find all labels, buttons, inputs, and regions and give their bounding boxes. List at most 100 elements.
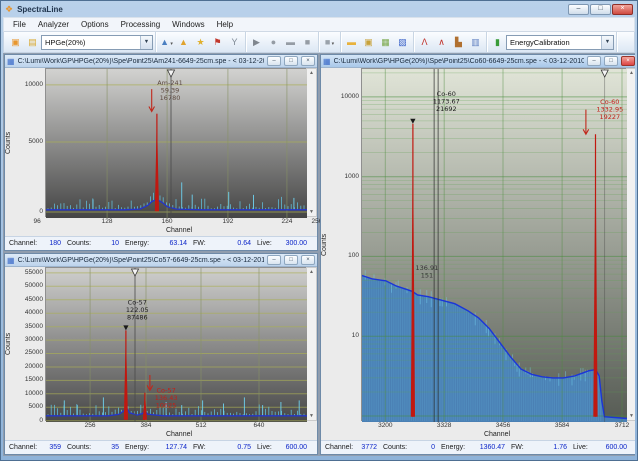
multi-peak-fit-icon[interactable]: ∧ [433,34,450,51]
scroll-down-icon[interactable]: ▼ [629,413,634,419]
menu-processing[interactable]: Processing [115,19,167,30]
window-minimize-button[interactable]: – [587,56,601,66]
status-field-energy: Energy:63.14 [125,240,193,247]
calibration-apply-icon[interactable]: ▮ [489,34,506,51]
copy-spectrum-icon[interactable]: ▧ [394,34,411,51]
scroll-down-icon[interactable]: ▼ [309,413,314,419]
y-axis: Counts10000100010010 [321,68,361,421]
acquire-record-icon[interactable]: ● [265,34,282,51]
scroll-down-icon[interactable]: ▼ [309,209,314,215]
spectrum-chart[interactable]: Co-57122.0587486Co-57136.4310625 [45,267,306,421]
chevron-down-icon[interactable]: ▼ [601,36,613,49]
peak-flag-icon[interactable]: ⚑ [209,34,226,51]
peak-annotation: 19227 [599,113,620,121]
x-tick-label: 160 [162,218,173,225]
window-minimize-button[interactable]: – [267,56,281,66]
peak-mark-icon[interactable]: ▲ [175,34,192,51]
scroll-up-icon[interactable]: ▲ [309,269,314,275]
window-close-button[interactable]: × [621,56,635,66]
status-value: 127.74 [166,444,187,451]
spectrum-chart[interactable]: Am-24159.3916780 [45,68,306,217]
window-maximize-button[interactable]: □ [284,56,298,66]
chevron-down-icon: ▾ [169,41,173,47]
x-axis-ticks: 32003328345635843712 [321,421,635,431]
status-value: 300.00 [286,240,307,247]
peak-annotation: 10625 [156,401,177,409]
plot-row: Counts1000050000Am-24159.3916780▲▼ [5,68,317,217]
x-tick-label: 256 [85,422,96,429]
status-value: 1360.47 [480,444,505,451]
export-image-icon[interactable]: ▦ [377,34,394,51]
scroll-up-icon[interactable]: ▲ [309,70,314,76]
peak-fit-icon[interactable]: Λ [416,34,433,51]
y-axis: Counts1000050000 [5,68,45,217]
app-title: SpectraLine [17,5,564,14]
menu-options[interactable]: Options [75,19,115,30]
y-tick-label: 100 [348,252,359,259]
window-minimize-button[interactable]: – [267,255,281,265]
vertical-scrollbar[interactable]: ▲▼ [306,267,317,421]
acquire-pause-icon[interactable]: ▬ [282,34,299,51]
x-tick-label: 128 [102,218,113,225]
app-minimize-button[interactable]: – [568,4,589,15]
status-field-counts: Counts:35 [67,444,125,451]
x-axis-title: Channel [5,227,317,236]
acquire-start-icon[interactable]: ▶ [248,34,265,51]
window-maximize-button[interactable]: □ [604,56,618,66]
x-tick-label: 384 [141,422,152,429]
status-field-channel: Channel:3772 [325,444,383,451]
peak-star-icon[interactable]: ★ [192,34,209,51]
menu-windows[interactable]: Windows [166,19,210,30]
peak-search-icon[interactable]: ▲ ▾ [158,34,175,51]
window-close-button[interactable]: × [301,56,315,66]
status-label: Energy: [125,444,149,451]
spectra-list-icon[interactable]: ▤ [24,34,41,51]
status-value: 180 [49,240,61,247]
spectrum-chart[interactable]: Co-601173.6721692Co-601332.9519227136.91… [361,68,626,421]
toolbar-group-3: ■ ▾ [319,32,341,52]
status-field-live: Live: 300.00 [257,240,313,247]
x-tick-label: 3328 [437,422,451,429]
acquire-stop-icon[interactable]: ■ [299,34,316,51]
window-titlebar[interactable]: ▦C:\Lumi\Work\GP\HPGe(20%)\Spe\Point25\A… [5,55,317,68]
app-maximize-button[interactable]: □ [590,4,611,15]
cascade-windows-icon[interactable]: ▣ [7,34,24,51]
window-close-button[interactable]: × [301,255,315,265]
status-label: Live: [257,240,272,247]
status-value: 0.64 [237,240,251,247]
vertical-scrollbar[interactable]: ▲▼ [306,68,317,217]
status-value: 0.75 [237,444,251,451]
window-titlebar[interactable]: ▦C:\Lumi\Work\GP\HPGe(20%)\Spe\Point25\C… [321,55,635,68]
y-tick-label: 5000 [29,138,43,145]
window-title: C:\Lumi\Work\GP\HPGe(20%)\Spe\Point25\Co… [334,58,584,65]
app-close-button[interactable]: × [612,4,633,15]
menu-bar: File Analyzer Options Processing Windows… [3,17,635,32]
save-spectrum-icon[interactable]: ▣ [360,34,377,51]
menu-analyzer[interactable]: Analyzer [32,19,75,30]
window-status-bar: Channel:359Counts:35Energy:127.74FW:0.75… [5,440,317,454]
calibration-combo-value: EnergyCalibration [510,38,570,47]
report-icon[interactable]: ▥ [467,34,484,51]
x-tick-label: 192 [222,218,233,225]
window-maximize-button[interactable]: □ [284,255,298,265]
open-spectrum-icon[interactable]: ▬ [343,34,360,51]
status-value: 0 [431,444,435,451]
vertical-scrollbar[interactable]: ▲▼ [626,68,635,421]
status-field-energy: Energy:1360.47 [441,444,511,451]
spectrum-window-am241: ▦C:\Lumi\Work\GP\HPGe(20%)\Spe\Point25\A… [4,54,318,251]
toolbar-group-4: ▬▣▦▧ [341,32,414,52]
window-status-bar: Channel:180Counts:10Energy:63.14FW:0.64L… [5,236,317,250]
scroll-up-icon[interactable]: ▲ [629,70,634,76]
x-axis-ticks: 256384512640 [5,421,317,431]
window-titlebar[interactable]: ▦C:\Lumi\Work\GP\HPGe(20%)\Spe\Point25\C… [5,254,317,267]
y-tick-label: 25000 [25,349,43,356]
mca-state-icon[interactable]: ■ ▾ [321,34,338,51]
background-subtract-icon[interactable]: ▙ [450,34,467,51]
peak-annotation: 87486 [127,314,148,322]
detector-combo[interactable]: HPGe(20%)▼ [41,35,153,50]
calibration-y-icon[interactable]: Y [226,34,243,51]
chevron-down-icon[interactable]: ▼ [140,36,152,49]
menu-help[interactable]: Help [211,19,239,30]
menu-file[interactable]: File [7,19,32,30]
calibration-combo[interactable]: EnergyCalibration ▼ [506,35,614,50]
